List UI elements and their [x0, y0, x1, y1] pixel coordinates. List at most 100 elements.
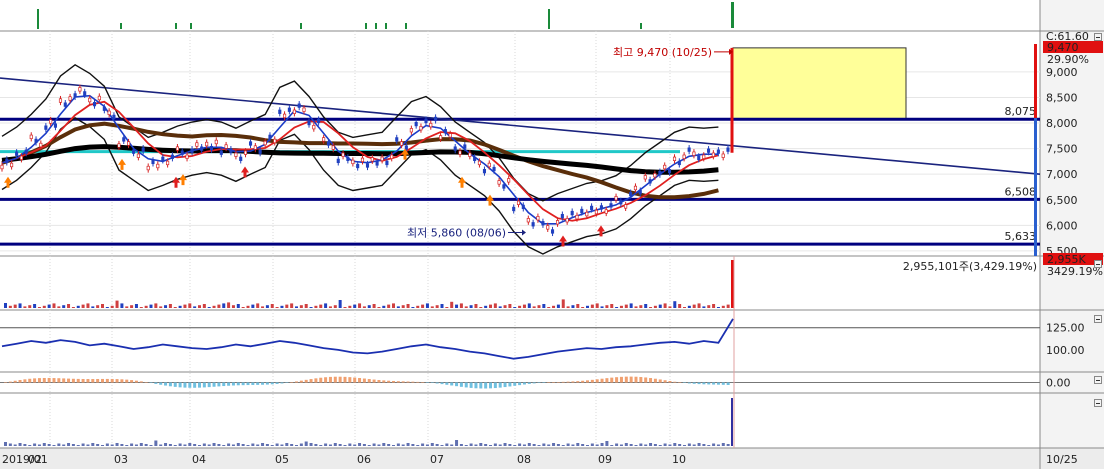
candle-body	[107, 110, 111, 115]
candle-body	[19, 155, 23, 160]
lower-panel-bar	[28, 445, 32, 446]
candle-body	[663, 164, 667, 170]
indicator-panel-minimize-button[interactable]	[1094, 315, 1102, 323]
oscillator-bar	[261, 382, 265, 385]
level-label: 8,075	[1005, 105, 1037, 118]
volume-bar	[101, 304, 104, 308]
volume-bar	[440, 304, 444, 308]
lower-panel-bar	[663, 443, 667, 446]
candle-body	[336, 158, 340, 164]
volume-bar	[522, 304, 526, 308]
candle-body	[292, 109, 296, 114]
volume-bar	[290, 303, 294, 308]
lower-panel-bar	[13, 444, 17, 446]
oscillator-bar	[265, 382, 269, 385]
lower-panel-bar	[67, 443, 71, 446]
change-percent-label: 29.90%	[1047, 53, 1089, 66]
oscillator-panel-minimize-button[interactable]	[1094, 376, 1102, 384]
lower-panel-bar	[212, 443, 216, 446]
volume-bar	[619, 305, 623, 308]
candle-body	[648, 179, 652, 184]
oscillator-bar	[678, 382, 682, 383]
candle-body	[721, 153, 725, 158]
candle-body	[5, 158, 9, 164]
candle-body	[214, 139, 218, 145]
volume-bar	[425, 303, 429, 308]
oscillator-bar	[707, 382, 711, 385]
candle-body	[536, 216, 540, 221]
volume-bar	[139, 307, 143, 308]
candle-body	[190, 148, 194, 153]
oscillator-bar	[663, 380, 667, 383]
oscillator-bar	[658, 379, 662, 383]
lower-panel-bar	[600, 443, 604, 446]
oscillator-bar	[561, 381, 565, 383]
oscillator-bar	[130, 380, 134, 383]
oscillator-bar	[610, 377, 614, 383]
candle-body	[629, 191, 633, 197]
candle-body	[429, 122, 433, 128]
oscillator-bar	[586, 380, 589, 383]
lower-panel-bar	[629, 444, 633, 446]
volume-bar	[649, 307, 653, 308]
candle-body	[209, 145, 214, 151]
volume-bar	[668, 306, 672, 308]
candle-body	[399, 141, 404, 146]
oscillator-bar	[222, 382, 226, 387]
lower-panel-bar	[542, 443, 546, 446]
lower-panel-bar	[673, 443, 677, 446]
candle-body	[34, 138, 38, 144]
lower-panel-bar	[125, 445, 129, 446]
candle-body	[590, 205, 594, 211]
candle-body	[229, 148, 233, 153]
volume-bar	[134, 304, 138, 308]
oscillator-bar	[18, 379, 22, 383]
lower-panel-bar	[425, 444, 429, 446]
candle-body	[468, 152, 472, 157]
lower-panel-bar	[159, 444, 163, 446]
lower-panel-bar	[8, 443, 12, 446]
volume-bar	[125, 306, 129, 308]
oscillator-bar	[280, 382, 284, 384]
candle-body	[726, 147, 730, 152]
candle-body	[580, 208, 584, 214]
candle-body	[224, 144, 228, 149]
oscillator-bar	[450, 382, 454, 386]
candle-body	[243, 150, 248, 155]
price-tick-label: 6,000	[1046, 219, 1078, 232]
lower-panel-bar	[532, 444, 536, 446]
candle-body	[136, 153, 140, 158]
price-panel-minimize-button[interactable]	[1094, 33, 1102, 41]
oscillator-bar	[590, 379, 594, 383]
lower-panel-bar	[217, 444, 221, 446]
lower-panel-bar	[445, 443, 449, 446]
oscillator-bar	[416, 381, 420, 383]
volume-bar	[624, 304, 628, 308]
candle-body	[132, 149, 136, 154]
oscillator-bar	[154, 382, 158, 384]
candle-body	[180, 150, 184, 155]
candle-body	[88, 97, 92, 103]
lower-panel-spike	[731, 398, 733, 446]
oscillator-bar	[183, 382, 187, 388]
lower-panel-bar	[130, 443, 134, 446]
oscillator-bar	[358, 378, 362, 383]
volume-bar	[62, 305, 66, 308]
lower-panel-bar	[658, 445, 662, 446]
lower-panel-minimize-button[interactable]	[1094, 399, 1102, 407]
volume-bar	[586, 305, 589, 308]
oscillator-bar	[101, 378, 104, 383]
oscillator-bar	[387, 380, 391, 383]
volume-bar	[168, 304, 172, 308]
volume-bar	[498, 306, 502, 308]
lower-panel-bar	[236, 443, 240, 446]
oscillator-bar	[537, 382, 541, 383]
oscillator-bar	[377, 380, 381, 383]
candle-body	[687, 147, 691, 152]
lower-panel-bar	[164, 443, 168, 446]
volume-bar	[241, 307, 245, 308]
lower-panel-bar	[202, 443, 206, 446]
volume-panel-minimize-button[interactable]	[1094, 260, 1102, 268]
oscillator-bar	[726, 382, 730, 385]
volume-bar	[610, 304, 614, 308]
